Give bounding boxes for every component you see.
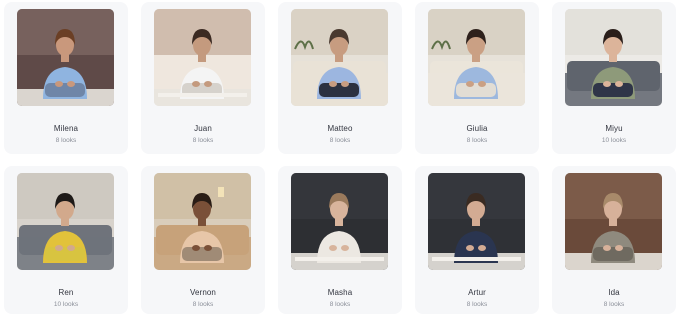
avatar-photo — [154, 173, 251, 270]
avatar-card[interactable]: Vernon 8 looks — [141, 166, 265, 314]
avatar-name: Vernon — [190, 288, 216, 297]
avatar-looks-count: 8 looks — [329, 137, 351, 144]
avatar-photo — [565, 173, 662, 270]
avatar-looks-count: 10 looks — [53, 301, 79, 308]
avatar-card[interactable]: Milena 8 looks — [4, 2, 128, 154]
avatar-card[interactable]: Masha 8 looks — [278, 166, 402, 314]
avatar-name: Milena — [53, 124, 79, 133]
avatar-photo — [565, 9, 662, 106]
avatar-card[interactable]: Juan 8 looks — [141, 2, 265, 154]
avatar-photo — [17, 9, 114, 106]
avatar-looks-count: 8 looks — [466, 301, 488, 308]
avatar-photo — [291, 9, 388, 106]
avatar-looks-count: 8 looks — [466, 137, 488, 144]
avatar-name: Ren — [58, 288, 74, 297]
avatar-photo — [291, 173, 388, 270]
avatar-looks-count: 8 looks — [603, 301, 625, 308]
avatar-card[interactable]: Ida 8 looks — [552, 166, 676, 314]
avatar-looks-count: 10 looks — [601, 137, 627, 144]
avatar-looks-count: 8 looks — [192, 301, 214, 308]
avatar-name: Matteo — [327, 124, 353, 133]
avatar-photo — [17, 173, 114, 270]
avatar-grid: Milena 8 looks Juan 8 looks Matteo 8 looks Giu… — [0, 0, 680, 315]
avatar-name: Masha — [327, 288, 353, 297]
avatar-name: Giulia — [466, 124, 488, 133]
avatar-name: Artur — [468, 288, 486, 297]
avatar-looks-count: 8 looks — [192, 137, 214, 144]
avatar-card[interactable]: Matteo 8 looks — [278, 2, 402, 154]
avatar-card[interactable]: Artur 8 looks — [415, 166, 539, 314]
avatar-name: Miyu — [605, 124, 623, 133]
avatar-card[interactable]: Giulia 8 looks — [415, 2, 539, 154]
avatar-name: Ida — [608, 288, 620, 297]
avatar-photo — [154, 9, 251, 106]
avatar-looks-count: 8 looks — [55, 137, 77, 144]
avatar-name: Juan — [194, 124, 212, 133]
avatar-card[interactable]: Miyu 10 looks — [552, 2, 676, 154]
avatar-card[interactable]: Ren 10 looks — [4, 166, 128, 314]
avatar-photo — [428, 9, 525, 106]
avatar-looks-count: 8 looks — [329, 301, 351, 308]
avatar-photo — [428, 173, 525, 270]
